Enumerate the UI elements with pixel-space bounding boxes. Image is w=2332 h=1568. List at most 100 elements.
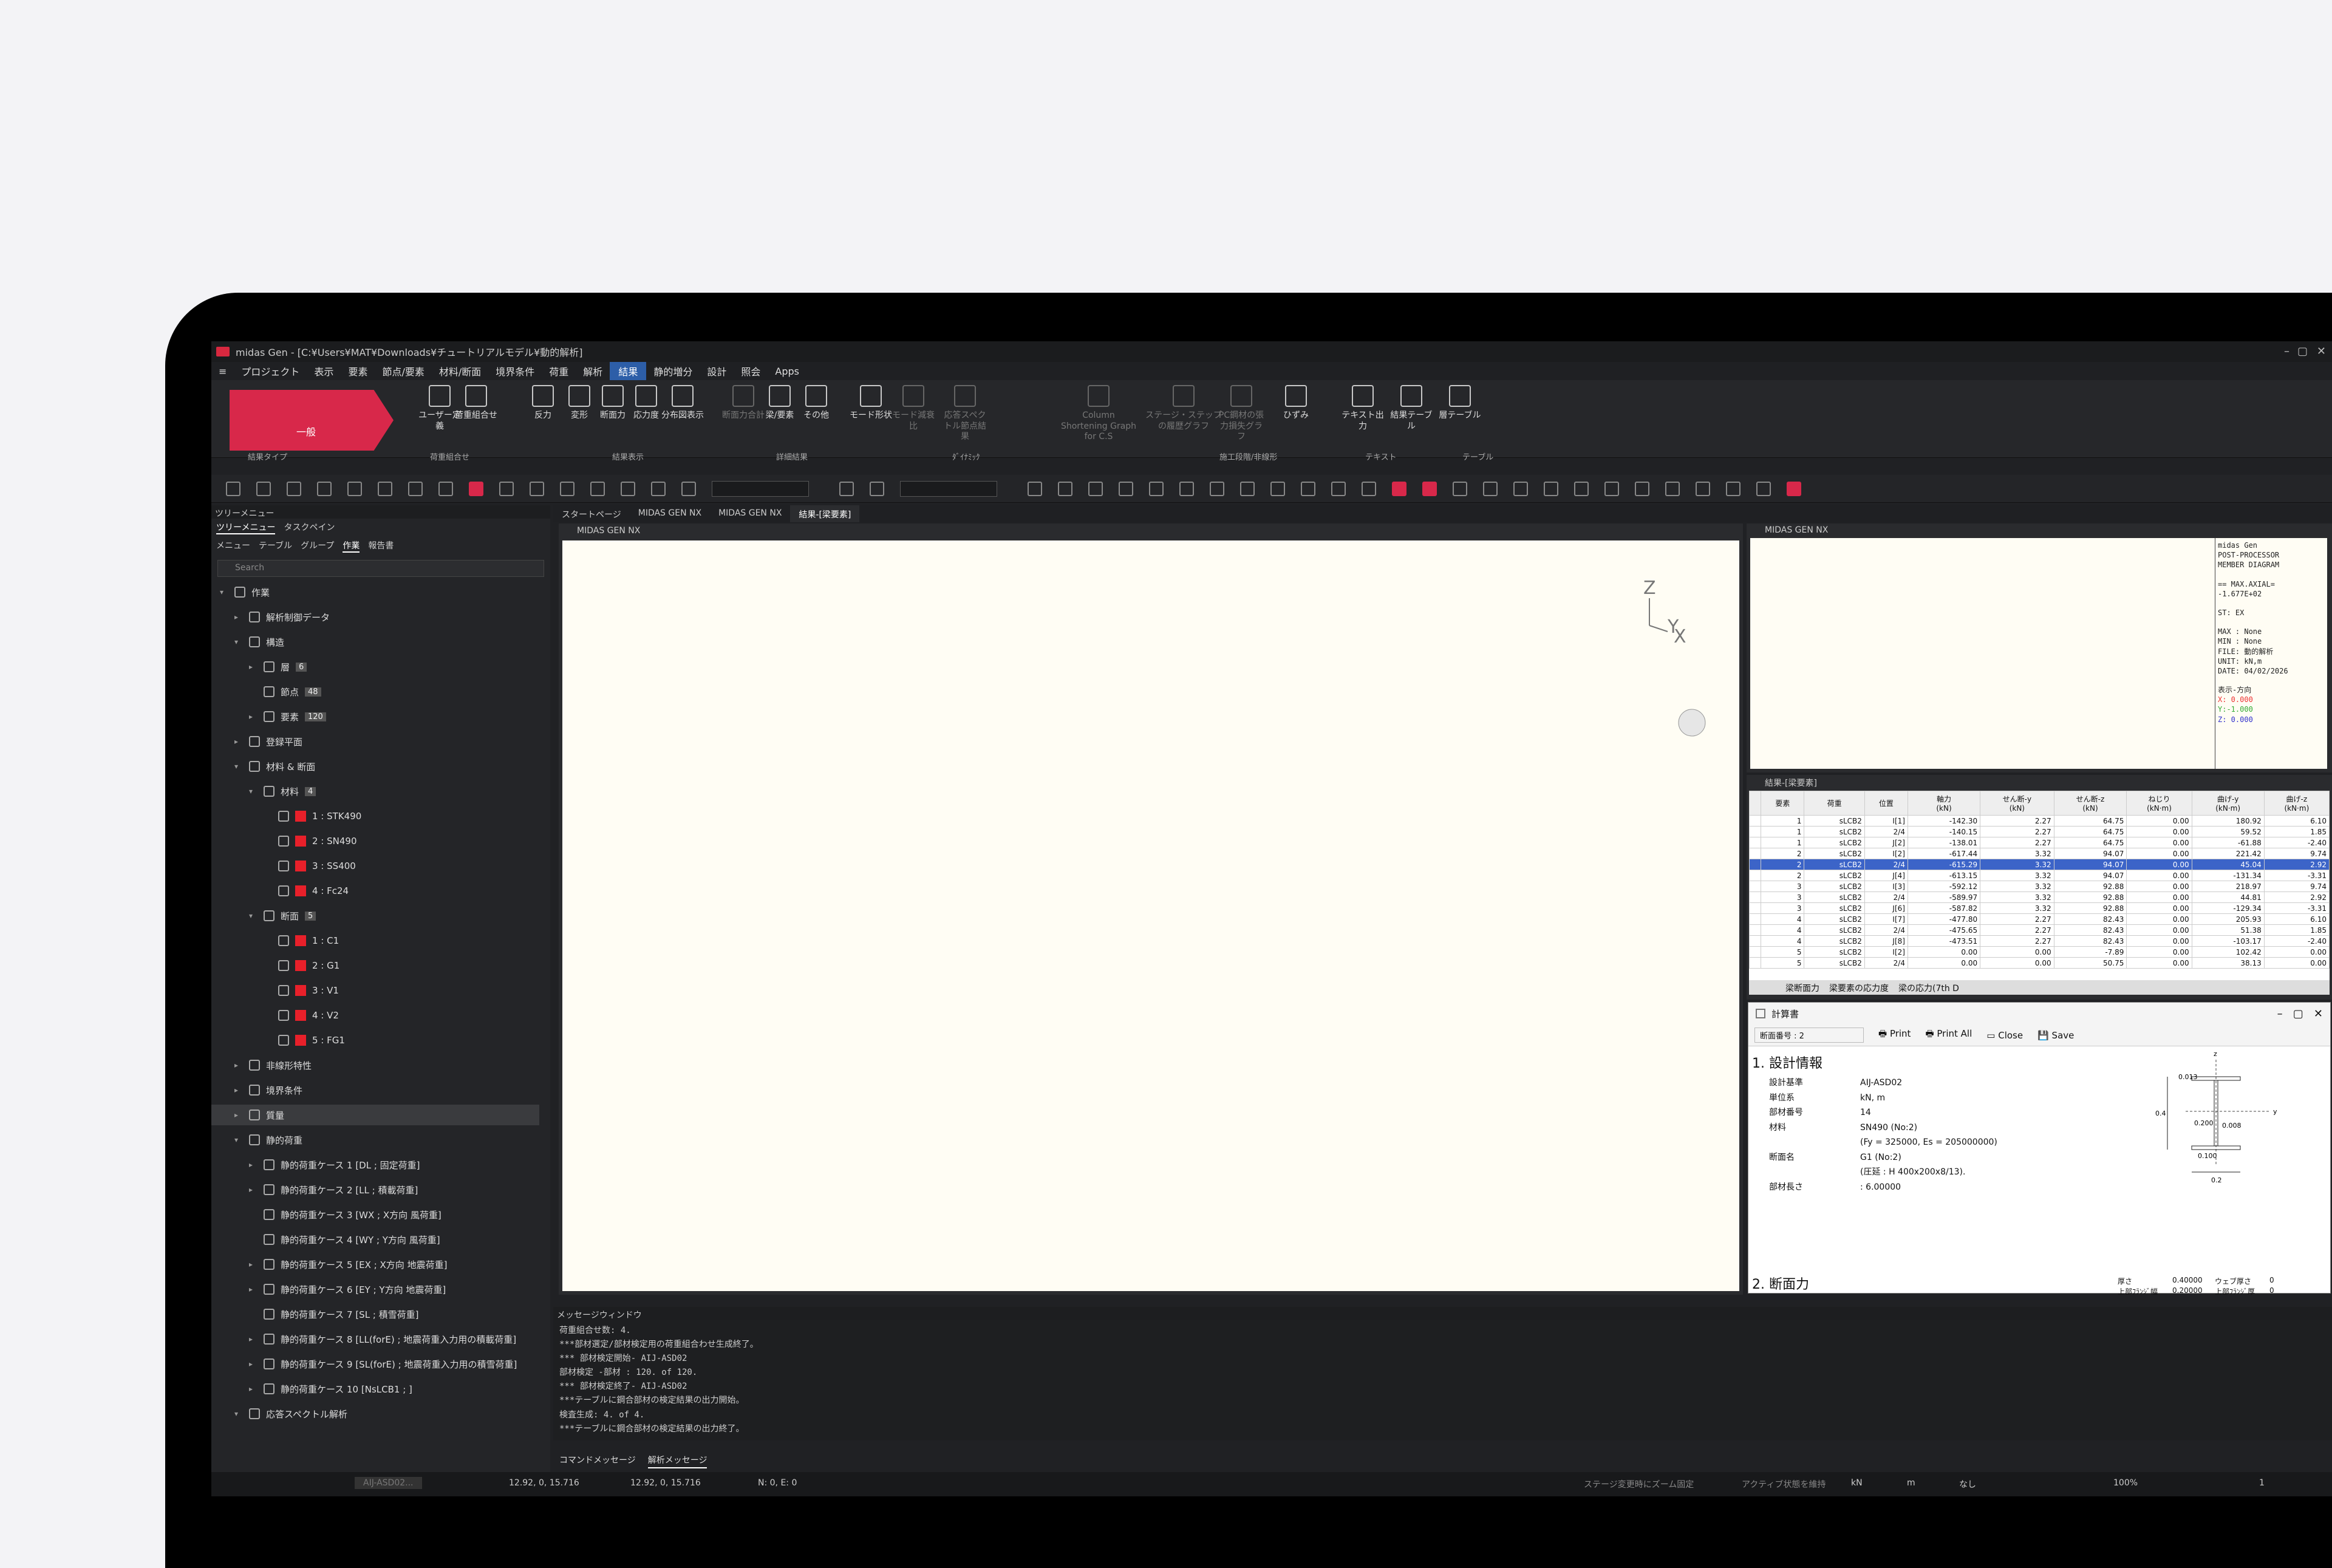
tree-tab[interactable]: グループ: [301, 539, 334, 553]
table-cell[interactable]: J[4]: [1864, 870, 1908, 881]
table-row[interactable]: 4 sLCB2 J[8] -473.51 2.27 82.43 0.00 -103.17 -2.…: [1749, 935, 2330, 947]
table-cell[interactable]: 2.27: [1980, 913, 2054, 925]
tree-item[interactable]: ▸ 静的荷重ケース 6 [EY ; Y方向 地震荷重]: [249, 1279, 446, 1300]
toolbar-icon[interactable]: [1604, 482, 1619, 496]
expand-chevron-icon[interactable]: ▸: [234, 737, 243, 746]
table-cell[interactable]: sLCB2: [1804, 881, 1865, 892]
table-row[interactable]: 5 sLCB2 I[2] 0.00 0.00 -7.89 0.00 102.42 0.00: [1749, 946, 2330, 958]
table-cell[interactable]: 2/4: [1864, 957, 1908, 969]
tree-tab[interactable]: メニュー: [216, 539, 250, 553]
tree-item[interactable]: ▸ 境界条件: [234, 1080, 302, 1100]
tree-tab[interactable]: タスクペイン: [284, 521, 335, 534]
table-cell[interactable]: I[1]: [1864, 815, 1908, 827]
expand-chevron-icon[interactable]: ▾: [234, 1136, 243, 1144]
toolbar-icon[interactable]: [1787, 482, 1801, 496]
table-cell[interactable]: 3.32: [1980, 870, 2054, 881]
table-cell[interactable]: 50.75: [2053, 957, 2127, 969]
table-cell[interactable]: 4: [1761, 913, 1805, 925]
menu-item[interactable]: 設計: [700, 364, 734, 378]
table-row[interactable]: 4 sLCB2 2/4 -475.65 2.27 82.43 0.00 51.38 1.85: [1749, 924, 2330, 936]
toolbar-icon[interactable]: [499, 482, 514, 496]
table-cell[interactable]: 51.38: [2191, 924, 2265, 936]
tree-item[interactable]: 節点 48: [249, 681, 321, 702]
table-cell[interactable]: 94.07: [2053, 859, 2127, 870]
tree-item[interactable]: ▸ 静的荷重ケース 8 [LL(forE) ; 地震荷重入力用の積載荷重]: [249, 1329, 516, 1349]
length-unit-select[interactable]: m: [1907, 1478, 1915, 1488]
table-cell[interactable]: I[7]: [1864, 913, 1908, 925]
tree-item[interactable]: ▸ 要素 120: [249, 706, 326, 727]
table-cell[interactable]: J[6]: [1864, 902, 1908, 914]
tree-tab[interactable]: テーブル: [259, 539, 292, 553]
toolbar-icon[interactable]: [590, 482, 605, 496]
sheet-tab[interactable]: 梁断面力: [1785, 984, 1819, 994]
none-select[interactable]: なし: [1959, 1478, 1976, 1490]
table-cell[interactable]: 2.27: [1980, 935, 2054, 947]
table-cell[interactable]: 2: [1761, 870, 1805, 881]
result-grid[interactable]: 要素 荷重 位置 軸力 (kN) せん断-y (kN) せん断-z (kN) ねじり (kN…: [1749, 791, 2330, 980]
expand-chevron-icon[interactable]: ▸: [249, 1285, 257, 1294]
table-cell[interactable]: -587.82: [1907, 902, 1981, 914]
toolbar-icon[interactable]: [839, 482, 854, 496]
table-cell[interactable]: 2.27: [1980, 815, 2054, 827]
table-cell[interactable]: sLCB2: [1804, 859, 1865, 870]
table-cell[interactable]: -617.44: [1907, 848, 1981, 859]
table-cell[interactable]: 2: [1761, 859, 1805, 870]
table-cell[interactable]: 3: [1761, 891, 1805, 903]
table-cell[interactable]: 0.00: [2126, 913, 2192, 925]
table-cell[interactable]: 3.32: [1980, 891, 2054, 903]
tree-item[interactable]: ▸ 解析制御データ: [234, 607, 330, 627]
table-cell[interactable]: 3: [1761, 881, 1805, 892]
ribbon-button[interactable]: PC鋼材の張力損失グラフ: [1217, 385, 1266, 443]
toolbar-icon[interactable]: [1210, 482, 1224, 496]
table-cell[interactable]: 0.00: [2126, 924, 2192, 936]
toolbar-icon[interactable]: [870, 482, 884, 496]
sheet-tab[interactable]: 梁要素の応力度: [1829, 984, 1889, 994]
table-cell[interactable]: 82.43: [2053, 913, 2127, 925]
toolbar-icon[interactable]: [1696, 482, 1710, 496]
tree-item[interactable]: 1 : STK490: [264, 806, 361, 827]
toolbar-icon[interactable]: [1574, 482, 1589, 496]
toolbar-icon[interactable]: [1392, 482, 1406, 496]
toolbar-icon[interactable]: [1179, 482, 1194, 496]
tree-item[interactable]: ▾ 材料 & 断面: [234, 756, 315, 777]
document-tab[interactable]: MIDAS GEN NX: [710, 505, 790, 522]
table-cell[interactable]: 2.92: [2263, 859, 2330, 870]
column-header[interactable]: せん断-y (kN): [1980, 791, 2054, 816]
table-cell[interactable]: 3.32: [1980, 859, 2054, 870]
table-row[interactable]: 3 sLCB2 I[3] -592.12 3.32 92.88 0.00 218.97 9.74: [1749, 881, 2330, 892]
table-cell[interactable]: 218.97: [2191, 881, 2265, 892]
table-row[interactable]: 4 sLCB2 I[7] -477.80 2.27 82.43 0.00 205.93 6.10: [1749, 913, 2330, 925]
tree-item[interactable]: ▸ 静的荷重ケース 2 [LL ; 積載荷重]: [249, 1179, 418, 1200]
toolbar-icon[interactable]: [1756, 482, 1771, 496]
menu-item[interactable]: 荷重: [542, 364, 576, 378]
tree-item[interactable]: 4 : Fc24: [264, 881, 349, 901]
table-cell[interactable]: -475.65: [1907, 924, 1981, 936]
table-cell[interactable]: -589.97: [1907, 891, 1981, 903]
result-type-button[interactable]: 一般: [230, 390, 394, 451]
toolbar-icon[interactable]: [1270, 482, 1285, 496]
tree-item[interactable]: ▾ 応答スペクトル解析: [234, 1403, 347, 1424]
ribbon-button[interactable]: モード減衰比: [889, 385, 938, 432]
table-cell[interactable]: sLCB2: [1804, 902, 1865, 914]
task-chip[interactable]: AIJ-ASD02...: [355, 1477, 422, 1489]
toolbar-select[interactable]: [900, 481, 997, 497]
menu-item[interactable]: 要素: [341, 364, 375, 378]
document-tab[interactable]: スタートページ: [553, 505, 630, 522]
sheet-tab[interactable]: 梁の応力(7th D: [1898, 984, 1959, 994]
column-header[interactable]: 位置: [1864, 791, 1908, 816]
table-cell[interactable]: -129.34: [2191, 902, 2265, 914]
table-cell[interactable]: 0.00: [2263, 957, 2330, 969]
tree-item[interactable]: 2 : SN490: [264, 831, 357, 851]
expand-chevron-icon[interactable]: ▸: [234, 1086, 243, 1094]
tree-item[interactable]: ▾ 構造: [234, 632, 284, 652]
table-cell[interactable]: 3.32: [1980, 881, 2054, 892]
expand-chevron-icon[interactable]: ▸: [249, 663, 257, 671]
table-cell[interactable]: 0.00: [2126, 891, 2192, 903]
toolbar-icon[interactable]: [1119, 482, 1133, 496]
table-cell[interactable]: -473.51: [1907, 935, 1981, 947]
table-cell[interactable]: -138.01: [1907, 837, 1981, 848]
tree-item[interactable]: ▸ 登録平面: [234, 731, 302, 752]
column-header[interactable]: 曲げ-z (kN·m): [2263, 791, 2330, 816]
column-header[interactable]: 荷重: [1804, 791, 1865, 816]
page-number[interactable]: 1: [2259, 1478, 2265, 1488]
